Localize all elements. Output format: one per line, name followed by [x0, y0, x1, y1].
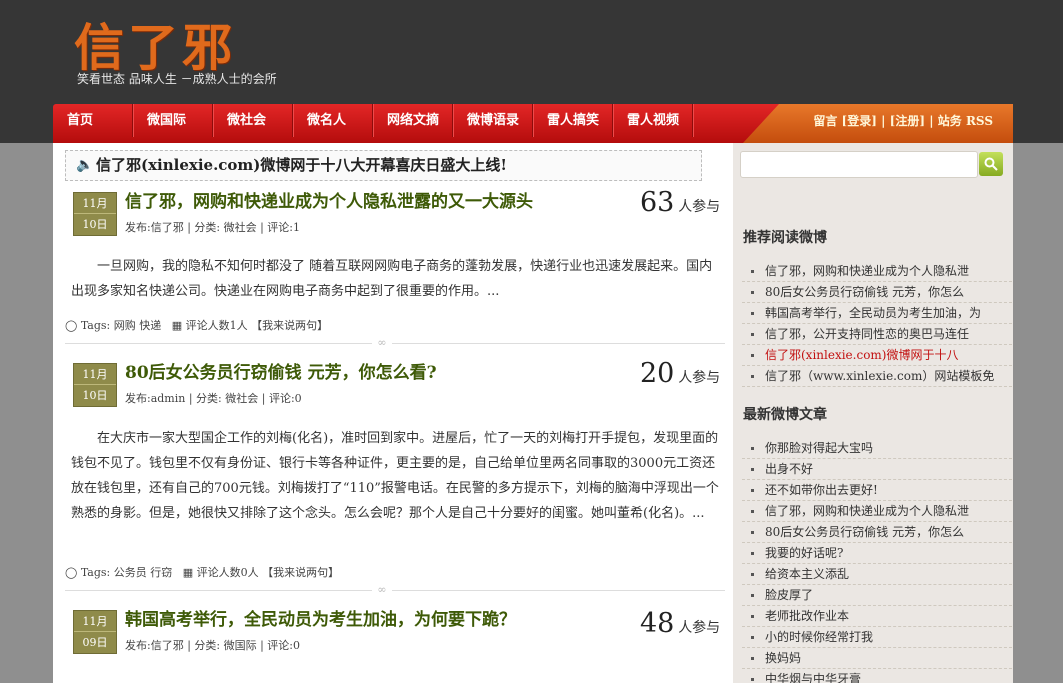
- nav-item-home[interactable]: 首页: [53, 104, 133, 137]
- speaker-icon: 🔈: [76, 157, 94, 173]
- list-item[interactable]: 出身不好: [742, 459, 1012, 480]
- list-item[interactable]: 信了邪(xinlexie.com)微博网于十八: [742, 345, 1012, 366]
- list-item[interactable]: 小的时候你经常打我: [742, 627, 1012, 648]
- list-item[interactable]: 脸皮厚了: [742, 585, 1012, 606]
- participant-number: 48: [640, 608, 675, 639]
- date-day: 10日: [82, 389, 108, 402]
- list-item[interactable]: 老师批改作业本: [742, 606, 1012, 627]
- chain-icon: ∞: [372, 583, 392, 596]
- nav-item-international[interactable]: 微国际: [133, 104, 213, 137]
- post-meta: 发布:信了邪 | 分类: 微社会 | 评论:1: [125, 221, 301, 234]
- nav-item-funny[interactable]: 雷人搞笑: [533, 104, 613, 137]
- rating-count: 评论人数1人: [185, 319, 248, 332]
- search-input[interactable]: [740, 151, 978, 178]
- list-item[interactable]: 换妈妈: [742, 648, 1012, 669]
- reply-link[interactable]: 【我来说两句】: [262, 566, 339, 579]
- list-item[interactable]: 我要的好话呢?: [742, 543, 1012, 564]
- latest-title: 最新微博文章: [743, 407, 827, 423]
- search-icon: [984, 157, 998, 171]
- main-nav: 首页 微国际 微社会 微名人 网络文摘 微博语录 雷人搞笑 雷人视频 留言 [登…: [53, 104, 1013, 143]
- post-excerpt: 在大庆市一家大型国企工作的刘梅(化名)，准时回到家中。进屋后，忙了一天的刘梅打开…: [71, 431, 719, 521]
- nav-item-society[interactable]: 微社会: [213, 104, 293, 137]
- post-footer: ◯ Tags: 公务员 行窃 ▦ 评论人数0人 【我来说两句】: [65, 564, 339, 580]
- participant-unit: 人参与: [678, 620, 721, 636]
- list-item[interactable]: 还不如带你出去更好!: [742, 480, 1012, 501]
- nav-item-quotes[interactable]: 微博语录: [453, 104, 533, 137]
- post-title[interactable]: 韩国高考举行，全民动员为考生加油，为何要下跪？: [125, 605, 516, 630]
- date-badge: 11月 10日: [73, 363, 117, 407]
- recommend-title: 推荐阅读微博: [743, 230, 827, 246]
- post-tags[interactable]: Tags: 公务员 行窃: [81, 566, 172, 579]
- chain-icon: ∞: [372, 336, 392, 349]
- nav-item-celebrity[interactable]: 微名人: [293, 104, 373, 137]
- tag-icon: ◯: [65, 566, 78, 579]
- nav-separator: |: [881, 114, 886, 128]
- date-badge: 11月 10日: [73, 192, 117, 236]
- post-title[interactable]: 信了邪，网购和快递业成为个人隐私泄露的又一大源头: [125, 187, 533, 212]
- list-item[interactable]: 信了邪，公开支持同性恋的奥巴马连任: [742, 324, 1012, 345]
- list-item[interactable]: 80后女公务员行窃偷钱 元芳，你怎么: [742, 522, 1012, 543]
- announcement-bar: 🔈 信了邪(xinlexie.com)微博网于十八大开幕喜庆日盛大上线!: [65, 150, 702, 181]
- list-item[interactable]: 信了邪，网购和快递业成为个人隐私泄: [742, 261, 1012, 282]
- tag-icon: ◯: [65, 319, 78, 332]
- sitemap-link[interactable]: 站务: [938, 114, 962, 128]
- post-meta: 发布:admin | 分类: 微社会 | 评论:0: [125, 392, 302, 405]
- post-footer: ◯ Tags: 网购 快递 ▦ 评论人数1人 【我来说两句】: [65, 317, 328, 333]
- nav-separator: |: [929, 114, 934, 128]
- post-divider: ∞: [65, 583, 725, 596]
- list-item[interactable]: 80后女公务员行窃偷钱 元芳，你怎么: [742, 282, 1012, 303]
- participant-unit: 人参与: [678, 370, 721, 386]
- post-title[interactable]: 80后女公务员行窃偷钱 元芳，你怎么看?: [125, 358, 437, 383]
- post-tags[interactable]: Tags: 网购 快递: [81, 319, 161, 332]
- post-meta: 发布:信了邪 | 分类: 微国际 | 评论:0: [125, 639, 301, 652]
- nav-item-video[interactable]: 雷人视频: [613, 104, 693, 137]
- participant-count: 63 人参与: [640, 187, 720, 218]
- list-item[interactable]: 信了邪，网购和快递业成为个人隐私泄: [742, 501, 1012, 522]
- rss-link[interactable]: RSS: [966, 114, 993, 128]
- list-item[interactable]: 你那脸对得起大宝吗: [742, 438, 1012, 459]
- login-link[interactable]: [登录]: [842, 114, 877, 128]
- date-day: 09日: [82, 636, 108, 649]
- date-badge: 11月 09日: [73, 610, 117, 654]
- date-month: 11月: [74, 193, 116, 214]
- participant-number: 63: [640, 187, 675, 218]
- participant-unit: 人参与: [678, 199, 721, 215]
- list-item[interactable]: 韩国高考举行，全民动员为考生加油，为: [742, 303, 1012, 324]
- comment-icon: ▦: [182, 566, 194, 579]
- recommend-list: 信了邪，网购和快递业成为个人隐私泄 80后女公务员行窃偷钱 元芳，你怎么 韩国高…: [742, 261, 1012, 387]
- nav-item-digest[interactable]: 网络文摘: [373, 104, 453, 137]
- date-month: 11月: [74, 611, 116, 632]
- announcement-text[interactable]: 信了邪(xinlexie.com)微博网于十八大开幕喜庆日盛大上线!: [96, 156, 507, 174]
- participant-count: 48 人参与: [640, 608, 720, 639]
- date-day: 10日: [82, 218, 108, 231]
- list-item[interactable]: 给资本主义添乱: [742, 564, 1012, 585]
- rating-count: 评论人数0人: [196, 566, 259, 579]
- register-link[interactable]: [注册]: [890, 114, 925, 128]
- comment-icon: ▦: [171, 319, 183, 332]
- reply-link[interactable]: 【我来说两句】: [251, 319, 328, 332]
- participant-number: 20: [640, 358, 675, 389]
- post-excerpt: 一旦网购，我的隐私不知何时都没了 随着互联网网购电子商务的蓬勃发展，快递行业也迅…: [71, 259, 713, 299]
- list-item[interactable]: 信了邪（www.xinlexie.com）网站模板免: [742, 366, 1012, 387]
- latest-list: 你那脸对得起大宝吗 出身不好 还不如带你出去更好! 信了邪，网购和快递业成为个人…: [742, 438, 1012, 683]
- list-item[interactable]: 中华烟与中华牙膏: [742, 669, 1012, 683]
- message-link[interactable]: 留言: [813, 114, 837, 128]
- date-month: 11月: [74, 364, 116, 385]
- post-divider: ∞: [65, 336, 725, 349]
- search-button[interactable]: [979, 152, 1003, 176]
- nav-user-links: 留言 [登录] | [注册] | 站务 RSS: [813, 112, 993, 129]
- site-slogan: 笑看世态 品味人生 －成熟人士的会所: [77, 72, 277, 86]
- participant-count: 20 人参与: [640, 358, 720, 389]
